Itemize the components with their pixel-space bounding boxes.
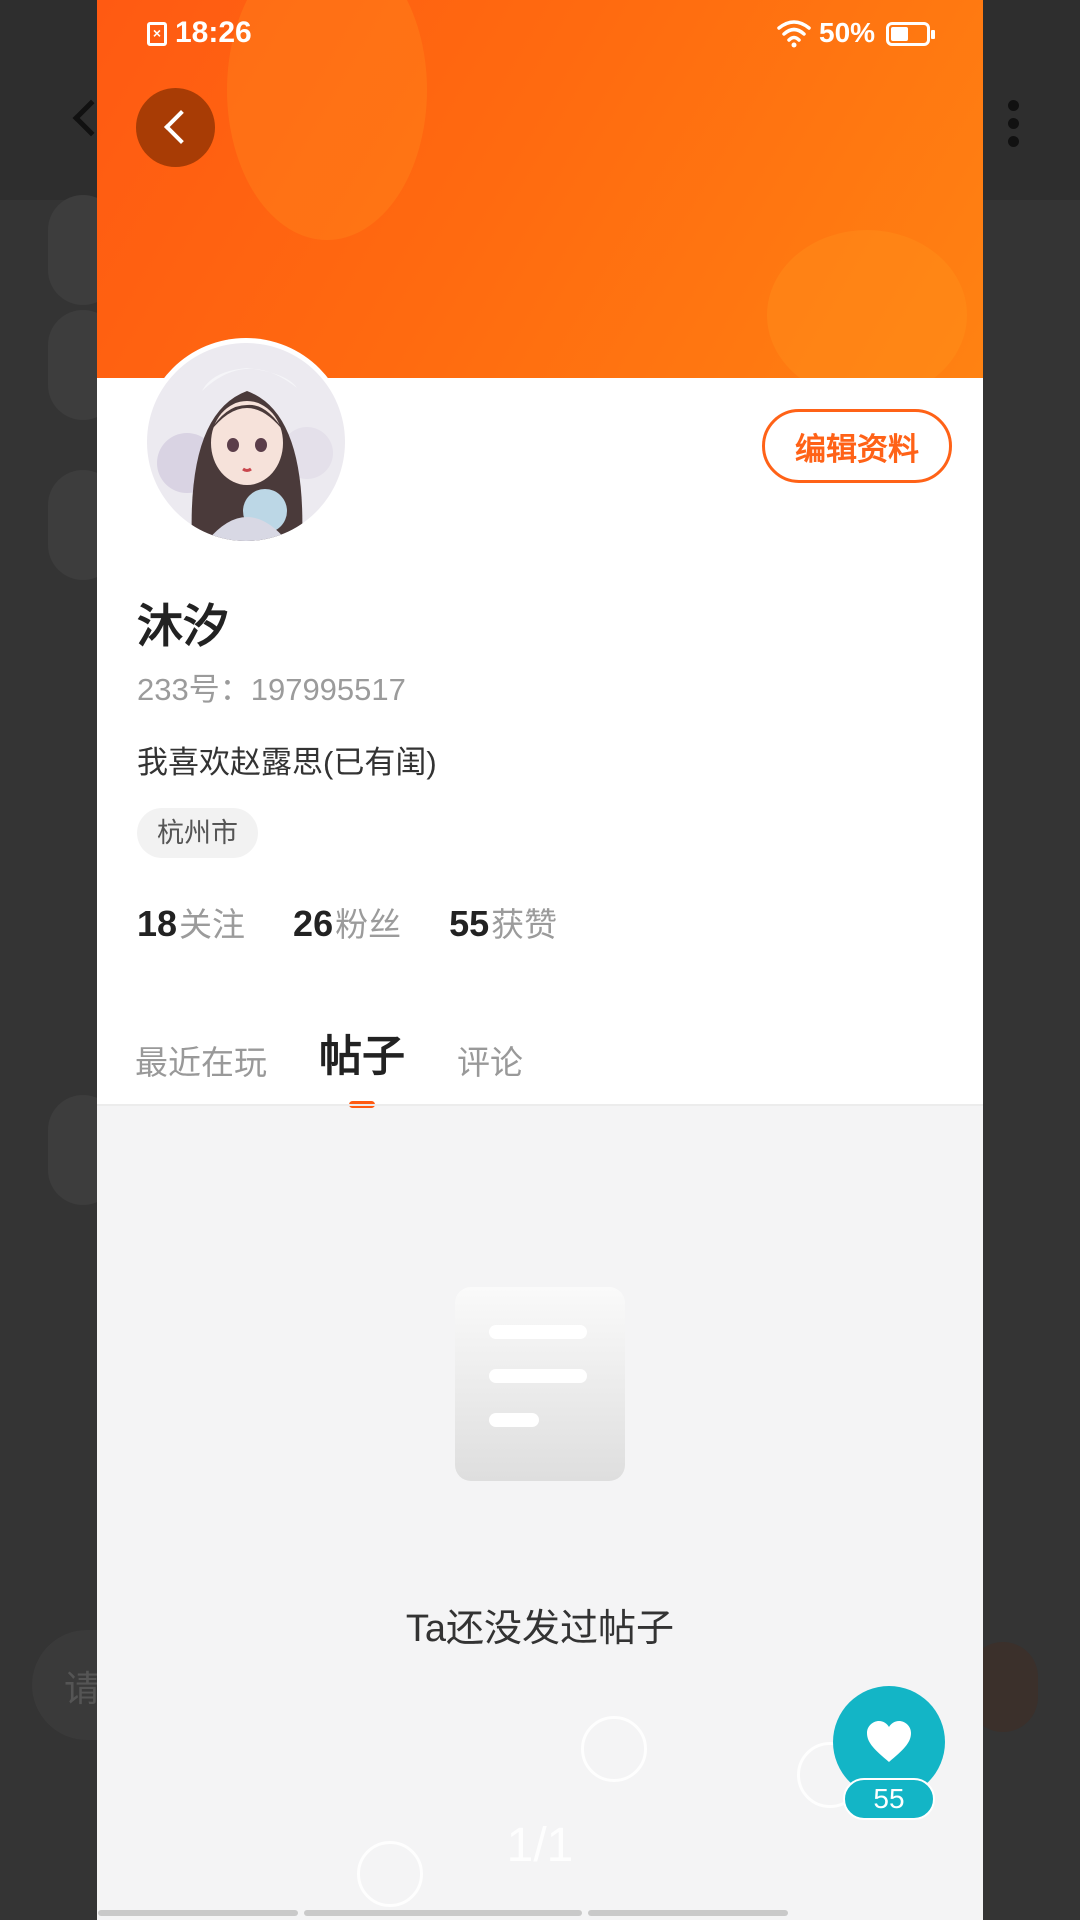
- floating-bubble: [581, 1716, 647, 1782]
- tabs-divider: [97, 1104, 983, 1106]
- stat-value: 55: [449, 903, 490, 944]
- back-button[interactable]: [136, 88, 215, 167]
- tab-recently-played[interactable]: 最近在玩: [135, 1036, 267, 1090]
- battery-percent: 50%: [819, 17, 876, 48]
- stat-value: 18: [137, 903, 178, 944]
- empty-state-text: Ta还没发过帖子: [405, 1608, 675, 1650]
- wifi-icon: [777, 20, 811, 48]
- profile-card: × 18:26 50% 编辑资料 沐汐 233号：197995517 我喜欢赵露…: [97, 0, 983, 1920]
- background-more-icon: [1005, 100, 1021, 156]
- profile-header-banner: × 18:26 50%: [97, 0, 983, 378]
- status-time: 18:26: [175, 16, 252, 49]
- tab-posts[interactable]: 帖子: [319, 1022, 405, 1090]
- stat-followers[interactable]: 26 粉丝: [293, 898, 401, 946]
- heart-icon: [867, 1721, 911, 1762]
- page-indicator: 1/1: [506, 1819, 574, 1872]
- profile-tabs: 最近在玩 帖子 评论: [135, 1020, 575, 1090]
- battery-icon: [886, 22, 935, 46]
- stat-label: 获赞: [491, 906, 558, 943]
- profile-bio: 我喜欢赵露思(已有闺): [137, 745, 437, 780]
- avatar[interactable]: [142, 338, 350, 546]
- edit-profile-button[interactable]: 编辑资料: [762, 409, 952, 483]
- stat-label: 粉丝: [335, 906, 402, 943]
- status-bar: × 18:26 50%: [97, 0, 983, 70]
- stat-value: 26: [293, 903, 334, 944]
- avatar-image: [147, 343, 345, 541]
- stat-label: 关注: [179, 906, 246, 943]
- like-count: 55: [843, 1778, 935, 1820]
- empty-document-icon: [455, 1287, 625, 1481]
- location-tag: 杭州市: [137, 808, 258, 858]
- profile-stats: 18 关注 26 粉丝 55 获赞: [137, 898, 557, 946]
- tab-comments[interactable]: 评论: [457, 1036, 523, 1090]
- profile-uid: 233号：197995517: [137, 672, 406, 707]
- story-progress: [98, 1910, 904, 1916]
- sim-icon: ×: [147, 22, 167, 46]
- stat-likes[interactable]: 55 获赞: [449, 898, 557, 946]
- stat-following[interactable]: 18 关注: [137, 898, 245, 946]
- profile-name: 沐汐: [137, 600, 229, 652]
